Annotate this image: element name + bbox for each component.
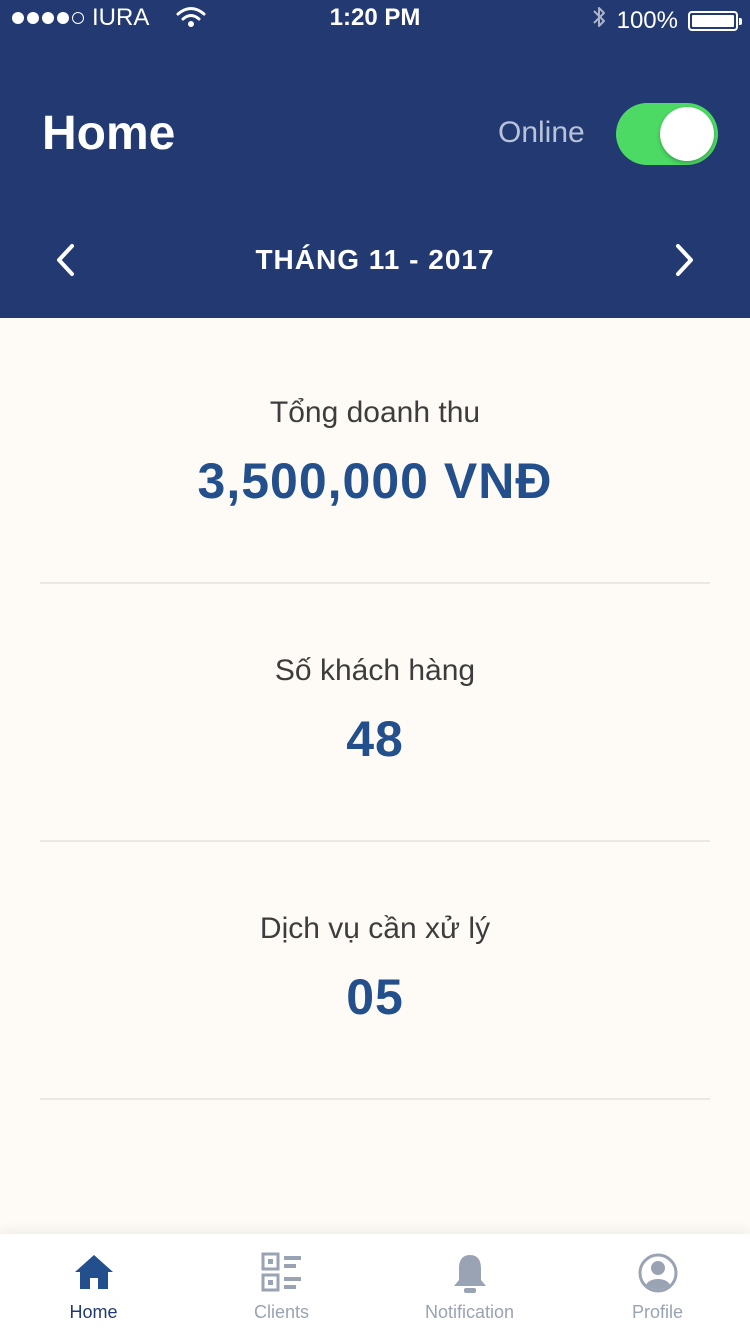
chevron-right-icon <box>676 244 693 276</box>
tab-label: Home <box>69 1302 118 1322</box>
bluetooth-icon <box>591 4 607 37</box>
tab-clients[interactable]: Clients <box>188 1234 375 1334</box>
tab-home[interactable]: Home <box>0 1234 187 1334</box>
profile-icon <box>638 1253 677 1293</box>
home-icon <box>74 1255 113 1289</box>
tab-bar: Home Clients Notification Profile <box>0 1234 750 1334</box>
battery-icon <box>688 10 742 31</box>
stat-label: Tổng doanh thu <box>269 396 481 429</box>
status-right: 100% <box>591 4 742 37</box>
stat-value: 48 <box>346 711 404 767</box>
divider <box>40 1098 710 1100</box>
stat-label: Dịch vụ cần xử lý <box>259 912 491 945</box>
qr-code-icon <box>261 1252 301 1292</box>
header: IURA 1:20 PM 100% Home Online THÁNG 11 -… <box>0 0 750 318</box>
stat-total-revenue: Tổng doanh thu 3,500,000 VNĐ <box>40 396 710 510</box>
bell-icon <box>453 1255 486 1293</box>
battery-percent: 100% <box>616 6 678 34</box>
tab-label: Notification <box>424 1302 515 1322</box>
stat-value: 3,500,000 VNĐ <box>197 453 553 509</box>
online-label: Online <box>498 116 585 149</box>
tab-notification[interactable]: Notification <box>376 1234 563 1334</box>
stat-client-count: Số khách hàng 48 <box>40 654 710 768</box>
status-bar: IURA 1:20 PM 100% <box>0 0 750 36</box>
divider <box>40 840 710 842</box>
page-title: Home <box>42 107 176 160</box>
stat-value: 05 <box>346 969 404 1025</box>
tab-label: Profile <box>631 1302 684 1322</box>
toggle-knob <box>660 107 714 161</box>
month-label: THÁNG 11 - 2017 <box>255 244 495 275</box>
divider <box>40 582 710 584</box>
tab-label: Clients <box>253 1302 310 1322</box>
tab-profile[interactable]: Profile <box>564 1234 750 1334</box>
online-toggle[interactable] <box>616 103 718 165</box>
next-month-button[interactable] <box>660 236 708 284</box>
stat-label: Số khách hàng <box>274 654 476 687</box>
stat-pending-services: Dịch vụ cần xử lý 05 <box>40 912 710 1026</box>
